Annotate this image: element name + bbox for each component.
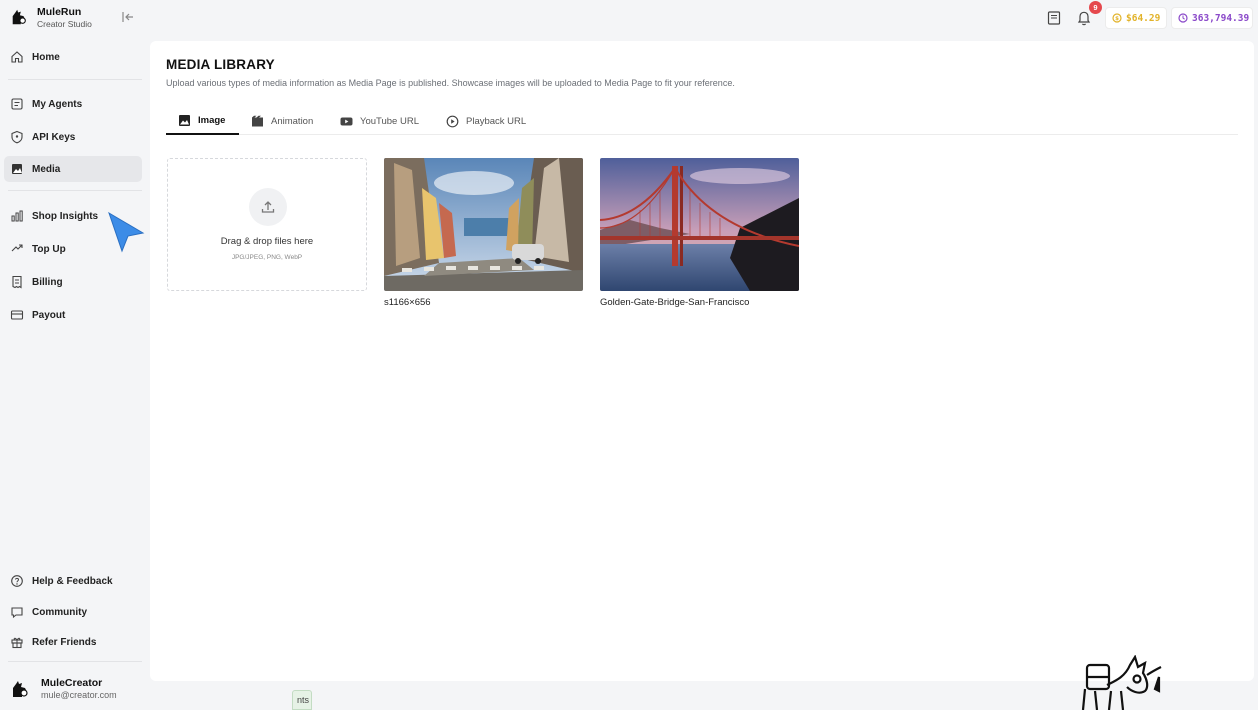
coin-balance-value: $64.29 — [1126, 12, 1161, 24]
brand-subtitle: Creator Studio — [37, 19, 92, 29]
brand-name: MuleRun — [37, 6, 82, 18]
shield-icon — [11, 130, 23, 144]
sidebar-item-label: Shop Insights — [32, 210, 99, 222]
page-description: Upload various types of media informatio… — [166, 78, 735, 88]
sidebar-divider — [8, 79, 142, 80]
sidebar-item-billing[interactable]: Billing — [4, 269, 142, 295]
top-up-icon — [11, 244, 23, 252]
page-title: MEDIA LIBRARY — [166, 57, 275, 72]
tab-label: YouTube URL — [360, 116, 419, 127]
tab-label: Image — [198, 115, 226, 126]
media-caption: Golden-Gate-Bridge-San-Francisco — [600, 297, 750, 308]
upload-dropzone[interactable]: Drag & drop files here JPG/JPEG, PNG, We… — [167, 158, 367, 291]
power-balance[interactable]: 363,794.39 — [1171, 7, 1253, 29]
tab-youtube-url[interactable]: YouTube URL — [328, 108, 419, 135]
bar-chart-icon — [11, 210, 23, 222]
mule-logo-icon — [12, 9, 26, 25]
sidebar-item-home[interactable]: Home — [4, 44, 142, 70]
sidebar-item-label: Help & Feedback — [32, 575, 113, 587]
sidebar-item-label: API Keys — [32, 131, 76, 143]
image-icon — [179, 115, 190, 126]
media-thumbnail-street[interactable] — [384, 158, 583, 291]
minimized-tab[interactable]: nts — [292, 690, 312, 710]
power-balance-value: 363,794.39 — [1192, 12, 1250, 24]
sidebar-item-label: Billing — [32, 276, 63, 288]
sidebar-item-label: Refer Friends — [32, 636, 97, 648]
sidebar-item-my-agents[interactable]: My Agents — [4, 91, 142, 117]
mule-mascot-icon — [1081, 655, 1162, 710]
sidebar-item-label: Top Up — [32, 243, 66, 255]
film-icon — [252, 115, 263, 127]
coin-balance[interactable]: $ $64.29 — [1105, 7, 1167, 29]
power-icon — [1178, 13, 1188, 23]
media-thumbnail-golden-gate[interactable] — [600, 158, 799, 291]
golden-gate-bridge-photo — [600, 158, 799, 291]
media-library-panel: MEDIA LIBRARY Upload various types of me… — [150, 41, 1254, 681]
agents-icon — [11, 98, 23, 110]
home-icon — [11, 51, 23, 63]
sidebar: MuleRun Creator Studio Home My Agents AP… — [0, 0, 150, 710]
tab-image[interactable]: Image — [166, 108, 239, 135]
sidebar-item-label: My Agents — [32, 98, 83, 110]
media-caption: s1166×656 — [384, 297, 431, 308]
youtube-icon — [340, 117, 353, 126]
upload-icon — [261, 201, 275, 213]
sidebar-item-api-keys[interactable]: API Keys — [4, 124, 142, 150]
tab-label: Playback URL — [466, 116, 527, 127]
sidebar-divider — [8, 661, 142, 662]
upload-hint: JPG/JPEG, PNG, WebP — [231, 254, 303, 261]
help-icon — [11, 575, 23, 587]
chat-icon — [11, 607, 23, 619]
media-tabs: Image Animation YouTube URL Playback URL — [166, 108, 1238, 135]
sidebar-item-label: Home — [32, 51, 60, 63]
sidebar-item-refer-friends[interactable]: Refer Friends — [4, 629, 142, 655]
coin-icon: $ — [1112, 13, 1122, 23]
docs-icon[interactable] — [1046, 10, 1062, 26]
upload-icon-circle — [249, 188, 287, 226]
user-profile[interactable]: MuleCreator mule@creator.com — [6, 673, 146, 705]
tab-label: Animation — [271, 116, 314, 127]
sidebar-item-label: Payout — [32, 309, 66, 321]
upload-title: Drag & drop files here — [220, 236, 314, 247]
sidebar-item-label: Media — [32, 163, 61, 175]
sidebar-divider — [8, 190, 142, 191]
avatar — [13, 681, 28, 697]
sidebar-item-help-feedback[interactable]: Help & Feedback — [4, 568, 142, 594]
sidebar-item-label: Community — [32, 606, 87, 618]
san-francisco-street-photo — [384, 158, 583, 291]
media-icon — [12, 164, 22, 174]
card-icon — [10, 310, 24, 320]
user-email: mule@creator.com — [41, 690, 117, 700]
svg-text:$: $ — [1115, 16, 1119, 22]
tab-playback-url[interactable]: Playback URL — [434, 108, 526, 135]
notification-badge: 9 — [1089, 1, 1102, 14]
user-name: MuleCreator — [41, 677, 103, 689]
sidebar-item-payout[interactable]: Payout — [4, 302, 142, 328]
sidebar-item-community[interactable]: Community — [4, 599, 142, 625]
tab-animation[interactable]: Animation — [239, 108, 313, 135]
gift-icon — [11, 637, 23, 649]
sidebar-item-media[interactable]: Media — [4, 156, 142, 182]
cursor-arrow-icon — [108, 211, 145, 253]
play-circle-icon — [446, 115, 459, 128]
billing-icon — [12, 275, 22, 289]
collapse-sidebar-icon[interactable] — [121, 10, 135, 24]
